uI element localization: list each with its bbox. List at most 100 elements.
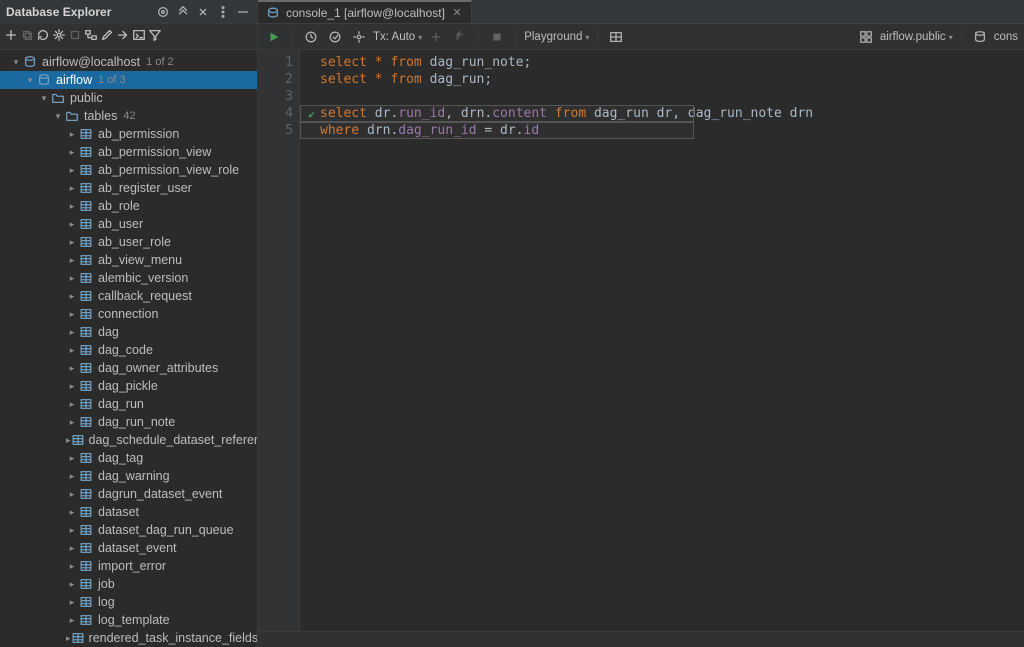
session-label[interactable]: cons	[994, 31, 1018, 43]
open-console-icon[interactable]	[132, 28, 146, 45]
expand-arrow-icon[interactable]: ▸	[66, 327, 78, 338]
expand-arrow-icon[interactable]: ▾	[10, 57, 22, 68]
expand-arrow-icon[interactable]: ▸	[66, 147, 78, 158]
expand-arrow-icon[interactable]: ▸	[66, 291, 78, 302]
table-node[interactable]: ▸dag	[0, 323, 257, 341]
table-node[interactable]: ▸dag_schedule_dataset_reference	[0, 431, 257, 449]
settings-icon[interactable]	[350, 28, 368, 46]
table-node[interactable]: ▸callback_request	[0, 287, 257, 305]
refresh-icon[interactable]	[36, 28, 50, 45]
table-node[interactable]: ▸dag_run	[0, 395, 257, 413]
table-node[interactable]: ▸ab_permission	[0, 125, 257, 143]
code-line[interactable]: select * from dag_run_note;	[320, 54, 1024, 71]
expand-arrow-icon[interactable]: ▸	[66, 309, 78, 320]
run-icon[interactable]	[265, 28, 283, 46]
explain-plan-icon[interactable]	[326, 28, 344, 46]
table-node[interactable]: ▸rendered_task_instance_fields	[0, 629, 257, 647]
table-node[interactable]: ▸dag_code	[0, 341, 257, 359]
table-node[interactable]: ▸connection	[0, 305, 257, 323]
expand-all-icon[interactable]	[174, 3, 192, 21]
minimize-icon[interactable]	[234, 3, 252, 21]
table-node[interactable]: ▸ dag_pickle	[0, 377, 257, 395]
code-line[interactable]: select * from dag_run;	[320, 71, 1024, 88]
expand-arrow-icon[interactable]: ▸	[66, 219, 78, 230]
tables-folder-node[interactable]: ▾tables42	[0, 107, 257, 125]
expand-arrow-icon[interactable]: ▸	[66, 273, 78, 284]
table-node[interactable]: ▸alembic_version	[0, 269, 257, 287]
attach-session-icon[interactable]	[971, 28, 989, 46]
expand-arrow-icon[interactable]: ▸	[66, 489, 78, 500]
table-node[interactable]: ▸dag_run_note	[0, 413, 257, 431]
table-node[interactable]: ▸dataset	[0, 503, 257, 521]
editor-tab[interactable]: console_1 [airflow@localhost] ✕	[258, 0, 472, 23]
code-line[interactable]	[320, 88, 1024, 105]
table-node[interactable]: ▸dag_tag	[0, 449, 257, 467]
table-node[interactable]: ▸import_error	[0, 557, 257, 575]
expand-arrow-icon[interactable]: ▸	[66, 579, 78, 590]
expand-arrow-icon[interactable]: ▸	[66, 345, 78, 356]
expand-arrow-icon[interactable]: ▸	[66, 507, 78, 518]
database-node[interactable]: ▾airflow1 of 3	[0, 71, 257, 89]
datasource-node[interactable]: ▾airflow@localhost1 of 2	[0, 53, 257, 71]
table-node[interactable]: ▸dataset_event	[0, 539, 257, 557]
expand-arrow-icon[interactable]: ▸	[66, 453, 78, 464]
expand-arrow-icon[interactable]: ▸	[66, 471, 78, 482]
schema-node[interactable]: ▾public	[0, 89, 257, 107]
expand-arrow-icon[interactable]: ▸	[66, 183, 78, 194]
table-node[interactable]: ▸ab_role	[0, 197, 257, 215]
output-panel[interactable]	[258, 631, 1024, 647]
expand-arrow-icon[interactable]: ▸	[66, 543, 78, 554]
jump-to-source-icon[interactable]	[116, 28, 130, 45]
filter-icon[interactable]	[148, 28, 162, 45]
table-node[interactable]: ▸ab_view_menu	[0, 251, 257, 269]
collapse-all-icon[interactable]	[194, 3, 212, 21]
table-node[interactable]: ▸ab_register_user	[0, 179, 257, 197]
expand-arrow-icon[interactable]: ▾	[24, 75, 36, 86]
expand-arrow-icon[interactable]: ▸	[66, 165, 78, 176]
tx-mode-dropdown[interactable]: Tx: Auto	[373, 31, 422, 43]
expand-arrow-icon[interactable]: ▸	[66, 201, 78, 212]
table-node[interactable]: ▸ab_user	[0, 215, 257, 233]
history-icon[interactable]	[302, 28, 320, 46]
table-icon	[78, 180, 94, 196]
tree-item-suffix: 1 of 2	[146, 56, 174, 68]
diagram-icon[interactable]	[84, 28, 98, 45]
table-icon	[78, 324, 94, 340]
table-node[interactable]: ▸dag_warning	[0, 467, 257, 485]
tree-item-label: dag_pickle	[98, 379, 158, 393]
sql-editor[interactable]: 1234✔5 select * from dag_run_note;select…	[258, 50, 1024, 631]
edit-icon[interactable]	[100, 28, 114, 45]
table-node[interactable]: ▸log	[0, 593, 257, 611]
table-node[interactable]: ▸job	[0, 575, 257, 593]
code-area[interactable]: select * from dag_run_note;select * from…	[300, 50, 1024, 631]
table-node[interactable]: ▸dagrun_dataset_event	[0, 485, 257, 503]
expand-arrow-icon[interactable]: ▸	[66, 615, 78, 626]
expand-arrow-icon[interactable]: ▸	[66, 129, 78, 140]
expand-arrow-icon[interactable]: ▸	[66, 417, 78, 428]
expand-arrow-icon[interactable]: ▸	[66, 237, 78, 248]
table-node[interactable]: ▸dataset_dag_run_queue	[0, 521, 257, 539]
expand-arrow-icon[interactable]: ▾	[52, 111, 64, 122]
settings-icon[interactable]	[52, 28, 66, 45]
expand-arrow-icon[interactable]: ▸	[66, 381, 78, 392]
expand-arrow-icon[interactable]: ▾	[38, 93, 50, 104]
expand-arrow-icon[interactable]: ▸	[66, 363, 78, 374]
schema-dropdown[interactable]: airflow.public	[880, 31, 953, 43]
layout-icon[interactable]	[607, 28, 625, 46]
table-node[interactable]: ▸ab_permission_view_role	[0, 161, 257, 179]
target-icon[interactable]	[154, 3, 172, 21]
table-node[interactable]: ▸ab_user_role	[0, 233, 257, 251]
expand-arrow-icon[interactable]: ▸	[66, 525, 78, 536]
expand-arrow-icon[interactable]: ▸	[66, 597, 78, 608]
table-node[interactable]: ▸log_template	[0, 611, 257, 629]
more-icon[interactable]	[214, 3, 232, 21]
expand-arrow-icon[interactable]: ▸	[66, 399, 78, 410]
database-tree[interactable]: ▾airflow@localhost1 of 2▾airflow1 of 3▾p…	[0, 50, 257, 647]
expand-arrow-icon[interactable]: ▸	[66, 561, 78, 572]
expand-arrow-icon[interactable]: ▸	[66, 255, 78, 266]
table-node[interactable]: ▸ab_permission_view	[0, 143, 257, 161]
table-node[interactable]: ▸dag_owner_attributes	[0, 359, 257, 377]
close-icon[interactable]: ✕	[451, 7, 463, 19]
playground-dropdown[interactable]: Playground	[524, 31, 589, 43]
add-icon[interactable]	[4, 28, 18, 45]
